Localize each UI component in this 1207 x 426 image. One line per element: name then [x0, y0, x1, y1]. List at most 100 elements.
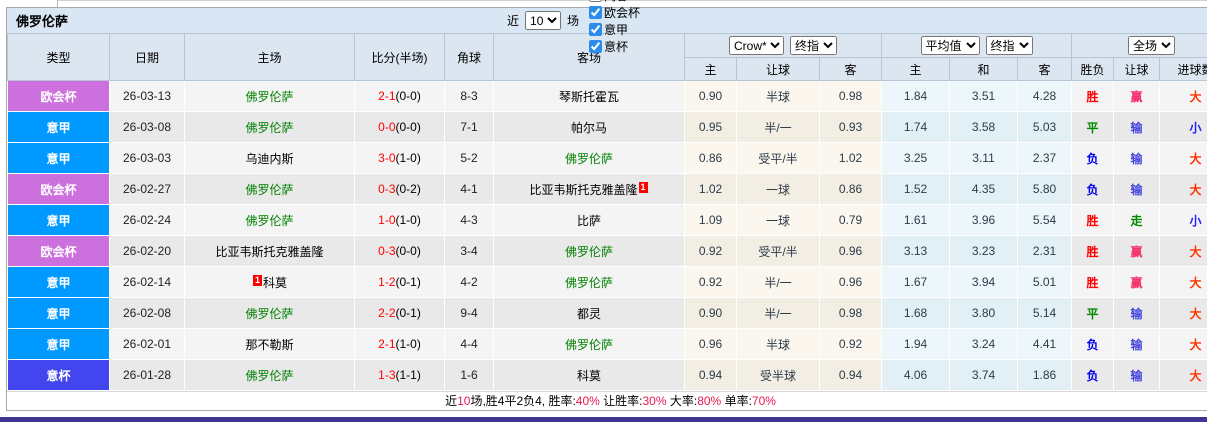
- sub-col-header: 主: [684, 57, 737, 81]
- handicap-home-odds: 0.92: [684, 266, 737, 298]
- result-winlose: 胜: [1071, 235, 1115, 267]
- handicap-away-odds: 0.94: [818, 359, 883, 391]
- table-row: 意甲 26-02-08 佛罗伦萨 2-2(0-1) 9-4 都灵 0.90 半/一 0.98 1.…: [7, 297, 1207, 329]
- handicap-home-odds: 0.90: [684, 80, 737, 112]
- serie-a-checkbox-label[interactable]: 意甲: [583, 21, 640, 38]
- handicap-line: 半球: [736, 328, 820, 360]
- fulltime-score: 3-0: [378, 151, 396, 165]
- team-name: 琴斯托霍瓦: [558, 89, 619, 104]
- team-name: 都灵: [576, 306, 601, 321]
- handicap-line: 受平/半: [736, 235, 820, 267]
- score-cell: 0-0(0-0): [354, 111, 445, 143]
- euro-away-odds: 5.01: [1017, 266, 1073, 298]
- table-row: 欧会杯 26-03-13 佛罗伦萨 2-1(0-0) 8-3 琴斯托霍瓦 0.90 半球 0.9…: [7, 80, 1207, 112]
- team-name: 佛罗伦萨: [245, 306, 294, 321]
- red-card-badge: 1: [252, 274, 262, 286]
- home-team-cell: 那不勒斯: [184, 328, 355, 360]
- result-goals: 大: [1159, 297, 1207, 329]
- handicap-home-odds: 0.95: [684, 111, 737, 143]
- halftime-score: (0-1): [395, 275, 421, 289]
- coppa-italia-checkbox[interactable]: [589, 39, 603, 53]
- result-handicap: 赢: [1113, 235, 1161, 267]
- col-header-score: 比分(半场): [354, 33, 445, 81]
- summary-stat-label: 大率:: [666, 394, 698, 408]
- same-venue-checkbox[interactable]: [589, 0, 603, 2]
- team-name: 比亚韦斯托克雅盖隆: [215, 244, 324, 259]
- euro-draw-odds: 3.96: [949, 204, 1019, 236]
- home-team-cell: 佛罗伦萨: [184, 80, 355, 112]
- handicap-line: 半/一: [736, 266, 820, 298]
- team-name: 佛罗伦萨: [245, 182, 294, 197]
- handicap-final-select[interactable]: 终指: [790, 36, 837, 55]
- score-cell: 1-2(0-1): [354, 266, 445, 298]
- fulltime-score: 0-0: [378, 120, 396, 134]
- team-name: 科莫: [263, 275, 288, 290]
- result-handicap: 走: [1113, 204, 1161, 236]
- corner-cell: 9-4: [444, 297, 494, 329]
- title-bar: 佛罗伦萨 近 10 场 同客欧会杯意甲意杯: [7, 0, 1207, 54]
- fulltime-score: 2-2: [378, 306, 396, 320]
- bookmaker-select[interactable]: Crow*: [729, 36, 784, 55]
- result-handicap: 输: [1113, 359, 1161, 391]
- serie-a-checkbox[interactable]: [589, 22, 603, 36]
- match-date: 26-02-14: [109, 266, 185, 298]
- home-team-cell: 乌迪内斯: [184, 142, 355, 174]
- result-goals: 大: [1159, 328, 1207, 360]
- uefa-conference-checkbox-label[interactable]: 欧会杯: [583, 4, 640, 21]
- summary-stat-value: 10: [457, 394, 471, 408]
- euro-home-odds: 1.84: [881, 80, 951, 112]
- match-date: 26-02-24: [109, 204, 185, 236]
- result-goals: 小: [1159, 111, 1207, 143]
- euro-home-odds: 3.13: [881, 235, 951, 267]
- result-goals: 大: [1159, 235, 1207, 267]
- uefa-conference-checkbox[interactable]: [589, 5, 603, 19]
- handicap-home-odds: 0.86: [684, 142, 737, 174]
- average-select[interactable]: 平均值: [920, 36, 980, 55]
- recent-count-select[interactable]: 10: [525, 11, 562, 30]
- uefa-conference-label: 欧会杯: [604, 5, 641, 20]
- table-row: 欧会杯 26-02-20 比亚韦斯托克雅盖隆 0-3(0-0) 3-4 佛罗伦萨 0.92 受…: [7, 235, 1207, 267]
- sub-col-header: 胜负: [1071, 57, 1115, 81]
- corner-cell: 7-1: [444, 111, 494, 143]
- handicap-select-group: Crow* 终指: [683, 33, 883, 58]
- team-name: 佛罗伦萨: [245, 120, 294, 135]
- handicap-home-odds: 0.90: [684, 297, 737, 329]
- handicap-home-odds: 0.92: [684, 235, 737, 267]
- team-name: 佛罗伦萨: [245, 89, 294, 104]
- handicap-line: 半/一: [736, 111, 820, 143]
- result-winlose: 负: [1071, 328, 1115, 360]
- col-header-home: 主场: [184, 33, 355, 81]
- match-date: 26-01-28: [109, 359, 185, 391]
- fulltime-score: 0-3: [378, 182, 396, 196]
- handicap-away-odds: 0.98: [818, 297, 883, 329]
- halftime-score: (1-0): [395, 151, 421, 165]
- col-header-type: 类型: [7, 33, 110, 81]
- fullmatch-select[interactable]: 全场: [1128, 36, 1176, 55]
- handicap-away-odds: 0.98: [818, 80, 883, 112]
- result-goals: 大: [1159, 80, 1207, 112]
- team-name: 科莫: [576, 368, 601, 383]
- corner-cell: 4-2: [444, 266, 494, 298]
- coppa-italia-label: 意杯: [604, 39, 629, 54]
- match-date: 26-02-01: [109, 328, 185, 360]
- fulltime-score: 2-1: [378, 89, 396, 103]
- fulltime-score: 0-3: [378, 244, 396, 258]
- result-goals: 小: [1159, 204, 1207, 236]
- team-name: 佛罗伦萨: [564, 151, 613, 166]
- filter-controls: 近 10 场 同客欧会杯意甲意杯: [505, 0, 640, 54]
- euro-home-odds: 1.52: [881, 173, 951, 205]
- league-badge: 意甲: [7, 328, 110, 360]
- summary-stat-label: 近: [445, 394, 458, 408]
- euro-draw-odds: 3.11: [949, 142, 1019, 174]
- score-cell: 2-1(1-0): [354, 328, 445, 360]
- coppa-italia-checkbox-label[interactable]: 意杯: [583, 38, 640, 55]
- match-date: 26-03-08: [109, 111, 185, 143]
- euro-final-select[interactable]: 终指: [985, 36, 1033, 55]
- recent-suffix-label: 场: [567, 14, 580, 28]
- handicap-home-odds: 1.09: [684, 204, 737, 236]
- match-date: 26-02-08: [109, 297, 185, 329]
- result-winlose: 负: [1071, 173, 1115, 205]
- halftime-score: (1-1): [395, 368, 421, 382]
- corner-cell: 1-6: [444, 359, 494, 391]
- home-team-cell: 佛罗伦萨: [184, 359, 355, 391]
